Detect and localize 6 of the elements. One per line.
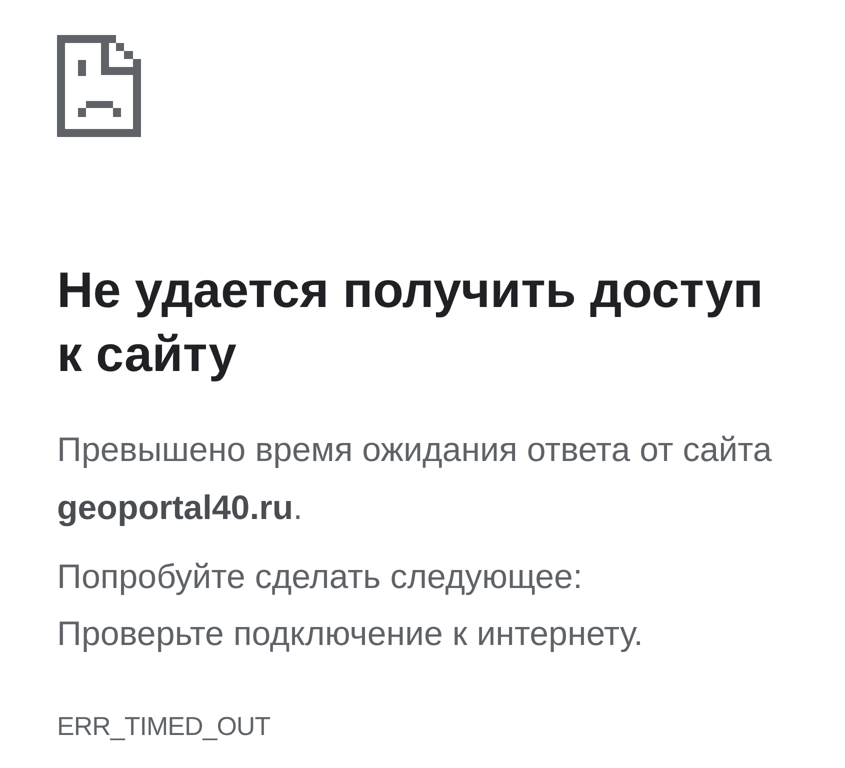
suggestion-item: Проверьте подключение к интернету. (57, 614, 644, 655)
error-code: ERR_TIMED_OUT (57, 710, 270, 743)
error-heading: Не удается получить доступ к сайту (57, 261, 764, 384)
error-message: Превышено время ожидания ответа от сайта geoportal40.ru. (57, 430, 773, 529)
sad-document-icon (57, 35, 141, 137)
suggestions-title: Попробуйте сделать следующее: (57, 557, 584, 598)
